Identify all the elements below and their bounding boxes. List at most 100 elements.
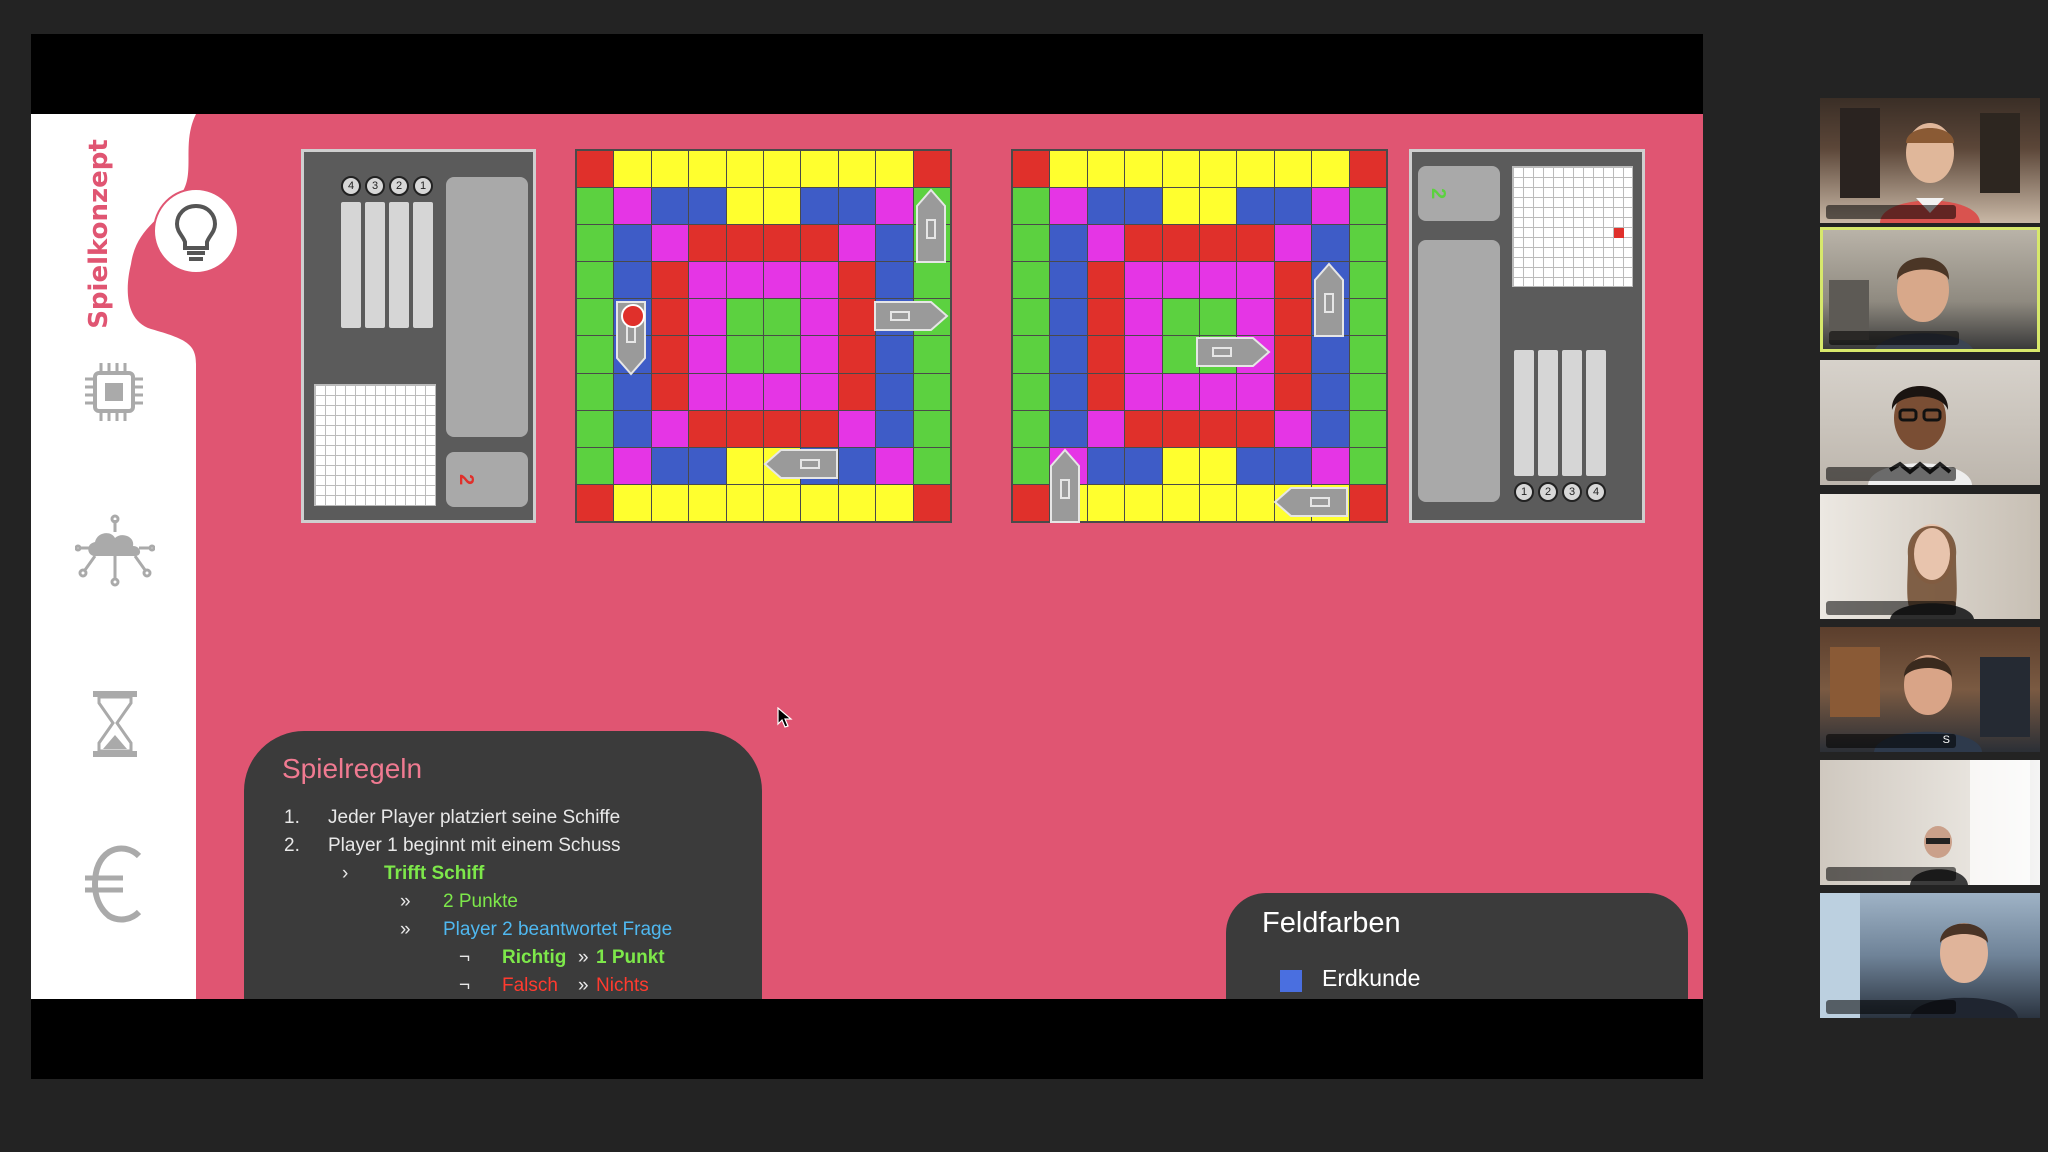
board-cell[interactable] — [801, 373, 838, 410]
board-cell[interactable] — [614, 373, 651, 410]
board-cell[interactable] — [838, 262, 876, 299]
board-cell[interactable] — [577, 262, 614, 299]
board-cell[interactable] — [876, 225, 913, 262]
board-cell[interactable] — [1200, 225, 1237, 262]
board-cell[interactable] — [1200, 299, 1237, 336]
board-cell[interactable] — [1349, 225, 1386, 262]
board-cell[interactable] — [801, 262, 838, 299]
board-cell[interactable] — [838, 447, 876, 484]
board-cell[interactable] — [1125, 447, 1162, 484]
board-cell[interactable] — [1237, 151, 1274, 188]
board-cell[interactable] — [913, 410, 950, 447]
board-cell[interactable] — [876, 447, 913, 484]
board-cell[interactable] — [876, 151, 913, 188]
board-cell[interactable] — [1200, 447, 1237, 484]
board-cell[interactable] — [1162, 188, 1199, 225]
board-cell[interactable] — [1125, 151, 1162, 188]
board-cell[interactable] — [1312, 447, 1349, 484]
board-cell[interactable] — [577, 151, 614, 188]
board-cell[interactable] — [1274, 188, 1312, 225]
board-cell[interactable] — [838, 225, 876, 262]
board-cell[interactable] — [801, 299, 838, 336]
participant-video[interactable] — [1820, 494, 2040, 619]
board-cell[interactable] — [876, 410, 913, 447]
board-cell[interactable] — [614, 225, 651, 262]
board-cell[interactable] — [726, 151, 763, 188]
board-cell[interactable] — [1274, 151, 1312, 188]
board-cell[interactable] — [1312, 188, 1349, 225]
board-cell[interactable] — [577, 447, 614, 484]
board-cell[interactable] — [1162, 225, 1199, 262]
board-cell[interactable] — [838, 188, 876, 225]
board-cell[interactable] — [1312, 225, 1349, 262]
board-cell[interactable] — [1349, 373, 1386, 410]
board-cell[interactable] — [1162, 484, 1199, 521]
board-cell[interactable] — [1162, 447, 1199, 484]
board-cell[interactable] — [1200, 410, 1237, 447]
board-cell[interactable] — [689, 447, 726, 484]
board-cell[interactable] — [577, 373, 614, 410]
board-cell[interactable] — [689, 299, 726, 336]
board-cell[interactable] — [1050, 299, 1087, 336]
board-cell[interactable] — [1200, 188, 1237, 225]
board-cell[interactable] — [1162, 373, 1199, 410]
board-cell[interactable] — [651, 188, 689, 225]
board-cell[interactable] — [1237, 410, 1274, 447]
board-cell[interactable] — [1125, 262, 1162, 299]
board-cell[interactable] — [1162, 410, 1199, 447]
board-cell[interactable] — [801, 484, 838, 521]
board-cell[interactable] — [1050, 262, 1087, 299]
board-cell[interactable] — [1274, 336, 1312, 373]
participant-video-active-speaker[interactable] — [1820, 227, 2040, 352]
board-cell[interactable] — [1349, 336, 1386, 373]
board-cell[interactable] — [764, 188, 801, 225]
board-cell[interactable] — [651, 447, 689, 484]
board-cell[interactable] — [913, 373, 950, 410]
board-cell[interactable] — [1125, 225, 1162, 262]
board-cell[interactable] — [1087, 447, 1125, 484]
board-cell[interactable] — [1050, 336, 1087, 373]
board-cell[interactable] — [726, 447, 763, 484]
board-cell[interactable] — [577, 410, 614, 447]
board-cell[interactable] — [801, 336, 838, 373]
board-cell[interactable] — [801, 410, 838, 447]
board-cell[interactable] — [1087, 225, 1125, 262]
board-cell[interactable] — [1013, 484, 1050, 521]
board-cell[interactable] — [1274, 225, 1312, 262]
board-cell[interactable] — [876, 373, 913, 410]
board-cell[interactable] — [838, 410, 876, 447]
board-cell[interactable] — [614, 484, 651, 521]
board-cell[interactable] — [1050, 188, 1087, 225]
board-cell[interactable] — [1312, 373, 1349, 410]
board-cell[interactable] — [1125, 299, 1162, 336]
board-cell[interactable] — [1087, 188, 1125, 225]
board-cell[interactable] — [838, 151, 876, 188]
participant-video[interactable] — [1820, 760, 2040, 885]
board-cell[interactable] — [1125, 336, 1162, 373]
board-cell[interactable] — [689, 484, 726, 521]
participant-video[interactable] — [1820, 98, 2040, 223]
board-cell[interactable] — [726, 188, 763, 225]
board-cell[interactable] — [1087, 373, 1125, 410]
board-cell[interactable] — [764, 262, 801, 299]
board-cell[interactable] — [1087, 151, 1125, 188]
board-cell[interactable] — [689, 373, 726, 410]
board-cell[interactable] — [726, 373, 763, 410]
board-cell[interactable] — [1087, 299, 1125, 336]
board-cell[interactable] — [876, 484, 913, 521]
board-cell[interactable] — [801, 151, 838, 188]
board-cell[interactable] — [651, 225, 689, 262]
board-cell[interactable] — [1087, 336, 1125, 373]
board-cell[interactable] — [1274, 447, 1312, 484]
board-cell[interactable] — [614, 188, 651, 225]
board-cell[interactable] — [1013, 336, 1050, 373]
board-cell[interactable] — [1200, 484, 1237, 521]
board-cell[interactable] — [726, 299, 763, 336]
board-cell[interactable] — [764, 336, 801, 373]
board-cell[interactable] — [1125, 373, 1162, 410]
board-cell[interactable] — [689, 336, 726, 373]
board-cell[interactable] — [1013, 262, 1050, 299]
board-cell[interactable] — [1237, 373, 1274, 410]
board-cell[interactable] — [1050, 410, 1087, 447]
board-cell[interactable] — [577, 299, 614, 336]
